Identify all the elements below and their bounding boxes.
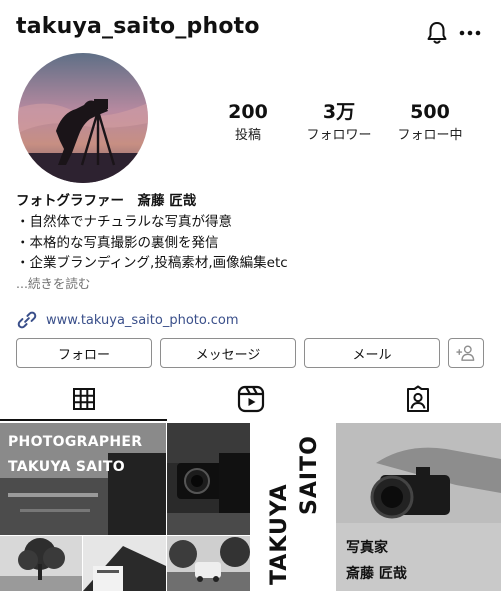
message-button[interactable]: メッセージ xyxy=(160,338,296,368)
grid-icon xyxy=(72,387,95,410)
post-caption-line: TAKUYA SAITO xyxy=(8,459,125,475)
email-button[interactable]: メール xyxy=(304,338,440,368)
follow-button[interactable]: フォロー xyxy=(16,338,152,368)
bio-name: フォトグラファー 斎藤 匠哉 xyxy=(16,193,197,209)
bio-line: ・本格的な写真撮影の裏側を発信 xyxy=(16,234,219,251)
bio-line: ・自然体でナチュラルな写真が得意 xyxy=(16,214,232,230)
profile-tabs xyxy=(0,375,501,422)
stat-followers-label: フォロワー xyxy=(306,128,372,143)
post-vertical-text: TAKUYA xyxy=(267,483,292,585)
stat-followers-value: 3万 xyxy=(322,101,356,123)
reels-icon xyxy=(237,385,264,412)
post-caption-line: 写真家 xyxy=(346,540,388,556)
post-vertical-text: SAITO xyxy=(297,435,322,515)
post-thumbnail[interactable]: 写真家 斎藤 匠哉 xyxy=(336,423,501,591)
post-image xyxy=(83,536,166,591)
link-icon xyxy=(17,311,37,329)
tagged-icon xyxy=(406,385,429,412)
post-thumbnail[interactable] xyxy=(0,536,82,591)
tab-tagged[interactable] xyxy=(334,375,501,422)
stat-posts[interactable]: 200 投稿 xyxy=(203,100,293,146)
bio-line: ・企業ブランディング,投稿素材,画像編集etc xyxy=(16,255,288,271)
post-caption-line: 斎藤 匠哉 xyxy=(346,566,407,582)
stat-following-label: フォロー中 xyxy=(397,128,463,143)
stat-followers[interactable]: 3万 フォロワー xyxy=(294,100,384,146)
stat-following[interactable]: 500 フォロー中 xyxy=(385,100,475,146)
post-image xyxy=(167,423,250,535)
bell-icon[interactable] xyxy=(425,20,449,46)
stat-following-value: 500 xyxy=(410,101,450,123)
post-thumbnail[interactable]: TAKUYA SAITO xyxy=(251,423,335,591)
post-image xyxy=(0,536,82,591)
post-thumbnail[interactable] xyxy=(167,536,250,591)
add-person-icon xyxy=(456,345,475,361)
suggested-users-button[interactable] xyxy=(448,338,484,368)
post-thumbnail[interactable]: PHOTOGRAPHER TAKUYA SAITO xyxy=(0,423,166,535)
bio: フォトグラファー 斎藤 匠哉 ・自然体でナチュラルな写真が得意 ・本格的な写真撮… xyxy=(16,190,486,294)
active-tab-indicator xyxy=(0,419,167,421)
post-image xyxy=(167,536,250,591)
post-caption-line: PHOTOGRAPHER xyxy=(8,434,143,450)
posts-grid: PHOTOGRAPHER TAKUYA SAITO TAKUYA SAITO 写… xyxy=(0,423,501,591)
website-link[interactable]: www.takuya_saito_photo.com xyxy=(16,308,239,332)
stat-posts-value: 200 xyxy=(228,101,268,123)
stat-posts-label: 投稿 xyxy=(234,128,261,143)
post-thumbnail[interactable] xyxy=(167,423,250,535)
website-url[interactable]: www.takuya_saito_photo.com xyxy=(46,313,239,328)
tab-reels[interactable] xyxy=(167,375,334,422)
avatar[interactable] xyxy=(18,53,148,183)
tab-posts[interactable] xyxy=(0,375,167,422)
avatar-photo xyxy=(18,53,148,183)
top-bar: takuya_saito_photo xyxy=(0,0,501,58)
post-thumbnail[interactable] xyxy=(83,536,166,591)
username[interactable]: takuya_saito_photo xyxy=(16,14,260,39)
read-more-link[interactable]: ...続きを読む xyxy=(16,274,486,294)
more-icon[interactable] xyxy=(458,22,482,42)
